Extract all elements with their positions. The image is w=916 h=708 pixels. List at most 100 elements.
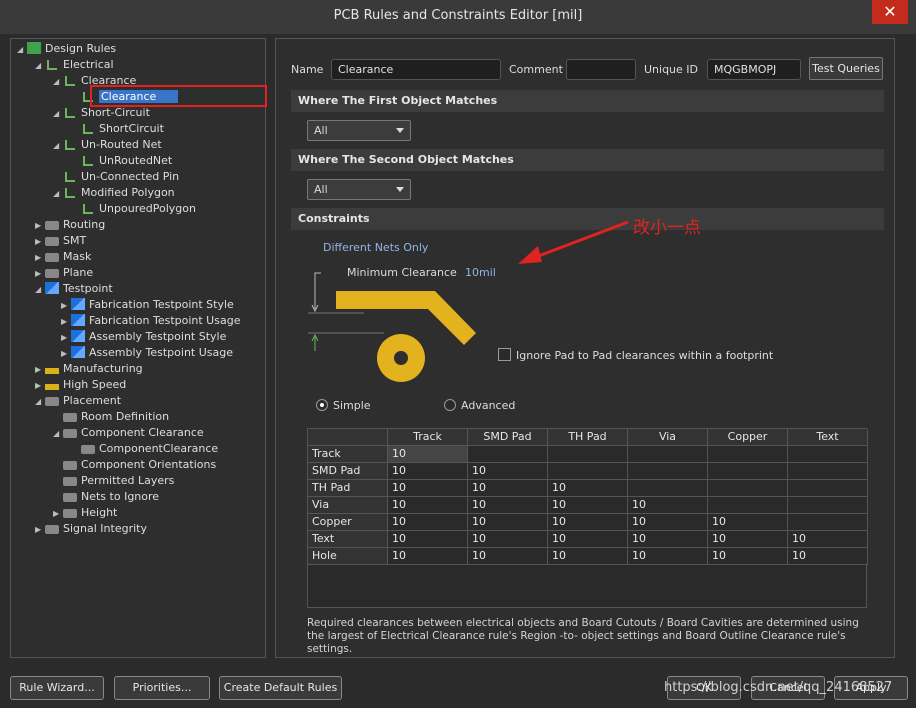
collapse-icon[interactable]: ▶: [61, 330, 71, 346]
tree-item-design-rules[interactable]: ◢ Design Rules: [17, 41, 116, 57]
tree-item-unpouredpolygon-rule[interactable]: UnpouredPolygon: [81, 201, 196, 217]
first-match-dropdown[interactable]: All: [307, 120, 411, 141]
grid-cell[interactable]: 10: [628, 514, 708, 531]
collapse-icon[interactable]: ▶: [35, 234, 45, 250]
collapse-icon[interactable]: ▶: [35, 378, 45, 394]
tree-item-component-orientations[interactable]: Component Orientations: [63, 457, 216, 473]
grid-cell[interactable]: 10: [548, 497, 628, 514]
expand-icon[interactable]: ◢: [53, 74, 63, 90]
grid-cell[interactable]: 10: [468, 531, 548, 548]
grid-cell[interactable]: 10: [548, 531, 628, 548]
rules-tree[interactable]: ◢ Design Rules ◢ Electrical ◢ Clearance Cle…: [10, 38, 267, 658]
second-match-dropdown[interactable]: All: [307, 179, 411, 200]
grid-cell: [708, 497, 788, 514]
grid-cell[interactable]: 10: [788, 531, 868, 548]
grid-cell[interactable]: 10: [468, 497, 548, 514]
tree-item-unroutednet-rule[interactable]: UnRoutedNet: [81, 153, 172, 169]
expand-icon[interactable]: ◢: [53, 426, 63, 442]
expand-icon[interactable]: ◢: [53, 106, 63, 122]
tree-item-component-clearance[interactable]: ◢ Component Clearance: [53, 425, 204, 441]
tree-item-asm-testpoint-usage[interactable]: ▶ Assembly Testpoint Usage: [61, 345, 233, 361]
grid-cell[interactable]: 10: [628, 548, 708, 565]
tree-item-fab-testpoint-style[interactable]: ▶ Fabrication Testpoint Style: [61, 297, 234, 313]
tree-item-short-circuit[interactable]: ◢ Short-Circuit: [53, 105, 150, 121]
grid-cell[interactable]: 10: [708, 514, 788, 531]
tree-item-plane[interactable]: ▶ Plane: [35, 265, 93, 281]
tree-item-routing[interactable]: ▶ Routing: [35, 217, 105, 233]
advanced-radio[interactable]: [444, 399, 456, 411]
expand-icon[interactable]: ◢: [53, 186, 63, 202]
grid-cell[interactable]: 10: [388, 463, 468, 480]
grid-cell[interactable]: 10: [708, 548, 788, 565]
tree-item-height[interactable]: ▶ Height: [53, 505, 117, 521]
expand-icon[interactable]: ◢: [35, 58, 45, 74]
grid-cell[interactable]: 10: [548, 548, 628, 565]
tree-item-room-definition[interactable]: Room Definition: [63, 409, 169, 425]
expand-icon[interactable]: ◢: [17, 42, 27, 58]
tree-item-high-speed[interactable]: ▶ High Speed: [35, 377, 126, 393]
test-queries-button[interactable]: Test Queries: [809, 57, 883, 80]
grid-cell[interactable]: 10: [628, 497, 708, 514]
clearance-matrix[interactable]: Track SMD Pad TH Pad Via Copper Text Track 10 SM…: [307, 428, 868, 608]
tree-item-componentclearance-rule[interactable]: ComponentClearance: [81, 441, 218, 457]
tree-item-un-connected-pin[interactable]: Un-Connected Pin: [63, 169, 179, 185]
grid-cell[interactable]: 10: [388, 548, 468, 565]
close-icon[interactable]: ✕: [872, 0, 908, 24]
grid-cell[interactable]: 10: [468, 480, 548, 497]
grid-cell[interactable]: 10: [548, 514, 628, 531]
collapse-icon[interactable]: ▶: [35, 218, 45, 234]
advanced-label: Advanced: [461, 399, 516, 412]
expand-icon[interactable]: ◢: [35, 394, 45, 410]
ignore-pad-checkbox[interactable]: [498, 348, 511, 361]
tree-item-permitted-layers[interactable]: Permitted Layers: [63, 473, 174, 489]
name-field[interactable]: Clearance: [331, 59, 501, 80]
tree-item-signal-integrity[interactable]: ▶ Signal Integrity: [35, 521, 147, 537]
priorities-button[interactable]: Priorities...: [114, 676, 210, 700]
collapse-icon[interactable]: ▶: [35, 250, 45, 266]
testpoint-rule-icon: [71, 314, 85, 326]
grid-cell[interactable]: 10: [388, 446, 468, 463]
tree-item-smt[interactable]: ▶ SMT: [35, 233, 86, 249]
tree-item-un-routed-net[interactable]: ◢ Un-Routed Net: [53, 137, 162, 153]
expand-icon[interactable]: ◢: [35, 282, 45, 298]
grid-cell[interactable]: 10: [708, 531, 788, 548]
tree-item-manufacturing[interactable]: ▶ Manufacturing: [35, 361, 143, 377]
collapse-icon[interactable]: ▶: [35, 362, 45, 378]
collapse-icon[interactable]: ▶: [35, 522, 45, 538]
rule-wizard-button[interactable]: Rule Wizard...: [10, 676, 104, 700]
tree-item-electrical[interactable]: ◢ Electrical: [35, 57, 114, 73]
tree-item-modified-polygon[interactable]: ◢ Modified Polygon: [53, 185, 175, 201]
grid-cell[interactable]: 10: [388, 514, 468, 531]
grid-cell[interactable]: 10: [628, 531, 708, 548]
collapse-icon[interactable]: ▶: [35, 266, 45, 282]
grid-cell[interactable]: 10: [548, 480, 628, 497]
tree-item-nets-to-ignore[interactable]: Nets to Ignore: [63, 489, 159, 505]
grid-cell[interactable]: 10: [468, 548, 548, 565]
create-default-rules-button[interactable]: Create Default Rules: [219, 676, 342, 700]
simple-radio[interactable]: [316, 399, 328, 411]
grid-cell[interactable]: 10: [468, 514, 548, 531]
nets-mode-selector[interactable]: Different Nets Only: [323, 241, 428, 254]
tree-item-placement[interactable]: ◢ Placement: [35, 393, 121, 409]
unique-id-field[interactable]: MQGBMOPJ: [707, 59, 801, 80]
tree-item-mask[interactable]: ▶ Mask: [35, 249, 91, 265]
tree-item-testpoint[interactable]: ◢ Testpoint: [35, 281, 113, 297]
grid-cell[interactable]: 10: [388, 480, 468, 497]
expand-icon[interactable]: ◢: [53, 138, 63, 154]
grid-cell[interactable]: 10: [468, 463, 548, 480]
plane-icon: [45, 269, 59, 278]
collapse-icon[interactable]: ▶: [61, 314, 71, 330]
grid-cell: [708, 480, 788, 497]
collapse-icon[interactable]: ▶: [61, 346, 71, 362]
tree-item-fab-testpoint-usage[interactable]: ▶ Fabrication Testpoint Usage: [61, 313, 240, 329]
grid-column-header: SMD Pad: [468, 429, 548, 446]
tree-item-shortcircuit-rule[interactable]: ShortCircuit: [81, 121, 164, 137]
tree-item-asm-testpoint-style[interactable]: ▶ Assembly Testpoint Style: [61, 329, 226, 345]
comment-field[interactable]: [566, 59, 636, 80]
chevron-down-icon: [396, 128, 404, 133]
collapse-icon[interactable]: ▶: [53, 506, 63, 522]
grid-cell[interactable]: 10: [388, 531, 468, 548]
collapse-icon[interactable]: ▶: [61, 298, 71, 314]
grid-cell[interactable]: 10: [388, 497, 468, 514]
grid-cell[interactable]: 10: [788, 548, 868, 565]
